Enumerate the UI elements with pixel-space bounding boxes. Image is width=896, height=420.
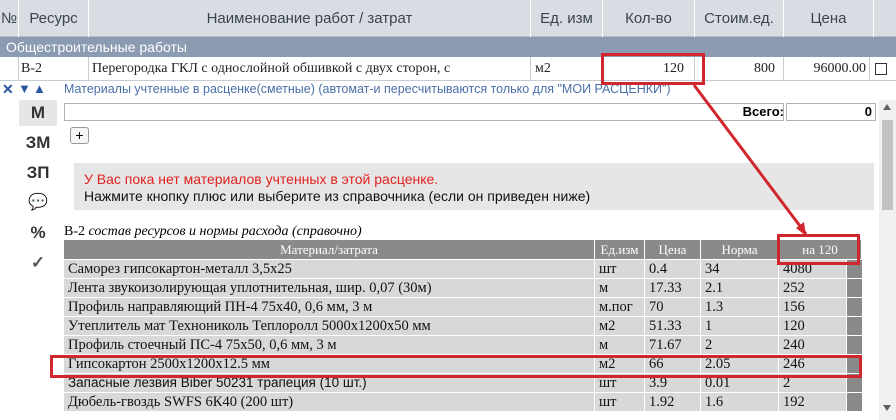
arrow-line [692,84,808,235]
annotation-arrow [692,84,808,236]
